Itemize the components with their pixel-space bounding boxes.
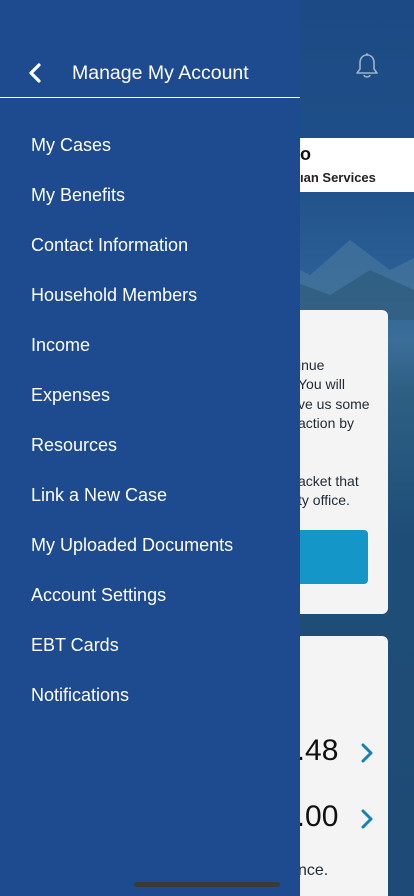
notice-line: ve us some	[298, 396, 370, 412]
drawer-header: Manage My Account	[0, 46, 300, 98]
menu-item-expenses[interactable]: Expenses	[0, 370, 300, 420]
notice-line: inue	[298, 357, 325, 373]
notice-line: acket that	[298, 473, 359, 489]
balance-note: nce.	[298, 862, 329, 879]
menu-item-income[interactable]: Income	[0, 320, 300, 370]
menu-item-uploaded-documents[interactable]: My Uploaded Documents	[0, 520, 300, 570]
bell-icon[interactable]	[354, 52, 380, 80]
menu-item-link-new-case[interactable]: Link a New Case	[0, 470, 300, 520]
navigation-drawer: Manage My Account My Cases My Benefits C…	[0, 0, 300, 896]
account-menu: My Cases My Benefits Contact Information…	[0, 120, 300, 720]
menu-item-ebt-cards[interactable]: EBT Cards	[0, 620, 300, 670]
menu-item-notifications[interactable]: Notifications	[0, 670, 300, 720]
notice-line: You will	[298, 376, 345, 392]
notice-line: ty office.	[298, 492, 350, 508]
menu-item-account-settings[interactable]: Account Settings	[0, 570, 300, 620]
menu-item-contact-information[interactable]: Contact Information	[0, 220, 300, 270]
menu-item-my-benefits[interactable]: My Benefits	[0, 170, 300, 220]
home-indicator[interactable]	[134, 882, 280, 887]
menu-item-resources[interactable]: Resources	[0, 420, 300, 470]
chevron-right-icon[interactable]	[360, 808, 374, 830]
logo-text: ıan Services	[300, 170, 376, 185]
menu-item-household-members[interactable]: Household Members	[0, 270, 300, 320]
back-button[interactable]	[22, 60, 48, 86]
notice-line: action by	[298, 415, 355, 431]
drawer-title: Manage My Account	[72, 62, 249, 84]
chevron-left-icon	[29, 63, 41, 83]
logo-mark: o	[300, 144, 311, 164]
chevron-right-icon[interactable]	[360, 742, 374, 764]
menu-item-my-cases[interactable]: My Cases	[0, 120, 300, 170]
